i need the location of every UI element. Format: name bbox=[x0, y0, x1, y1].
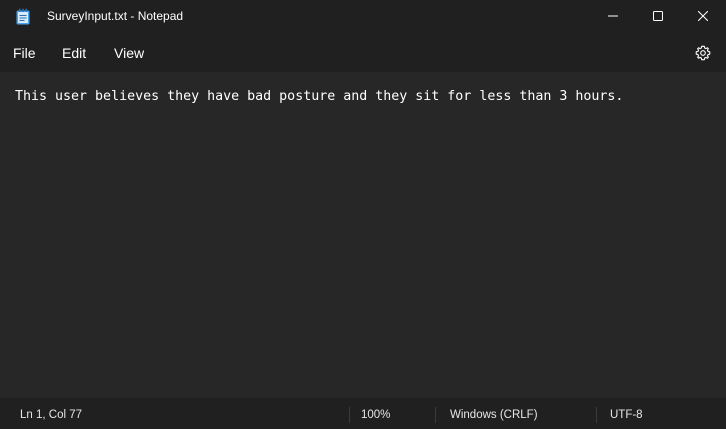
menu-bar: File Edit View bbox=[0, 32, 726, 72]
menu-file[interactable]: File bbox=[13, 45, 36, 61]
gear-icon bbox=[695, 45, 711, 61]
minimize-icon bbox=[608, 15, 618, 17]
line-ending[interactable]: Windows (CRLF) bbox=[450, 409, 538, 421]
status-bar: Ln 1, Col 77 100% Windows (CRLF) UTF-8 bbox=[0, 398, 726, 429]
zoom-level[interactable]: 100% bbox=[361, 409, 390, 421]
menu-view[interactable]: View bbox=[114, 45, 144, 61]
notepad-icon[interactable] bbox=[15, 8, 31, 25]
minimize-button[interactable] bbox=[590, 0, 636, 32]
cursor-position[interactable]: Ln 1, Col 77 bbox=[20, 409, 82, 421]
menu-edit[interactable]: Edit bbox=[62, 45, 86, 61]
text-editor[interactable]: This user believes they have bad posture… bbox=[0, 72, 726, 398]
status-divider bbox=[435, 407, 436, 423]
status-divider bbox=[596, 407, 597, 423]
notepad-window: SurveyInput.txt - Notepad File Edit View bbox=[0, 0, 726, 429]
settings-button[interactable] bbox=[693, 43, 713, 63]
encoding[interactable]: UTF-8 bbox=[610, 409, 643, 421]
close-icon bbox=[698, 11, 708, 21]
status-divider bbox=[349, 407, 350, 423]
maximize-button[interactable] bbox=[635, 0, 681, 32]
editor-content[interactable]: This user believes they have bad posture… bbox=[15, 89, 623, 104]
close-button[interactable] bbox=[680, 0, 726, 32]
title-bar[interactable]: SurveyInput.txt - Notepad bbox=[0, 0, 726, 32]
maximize-icon bbox=[653, 11, 663, 21]
window-title: SurveyInput.txt - Notepad bbox=[47, 9, 184, 23]
